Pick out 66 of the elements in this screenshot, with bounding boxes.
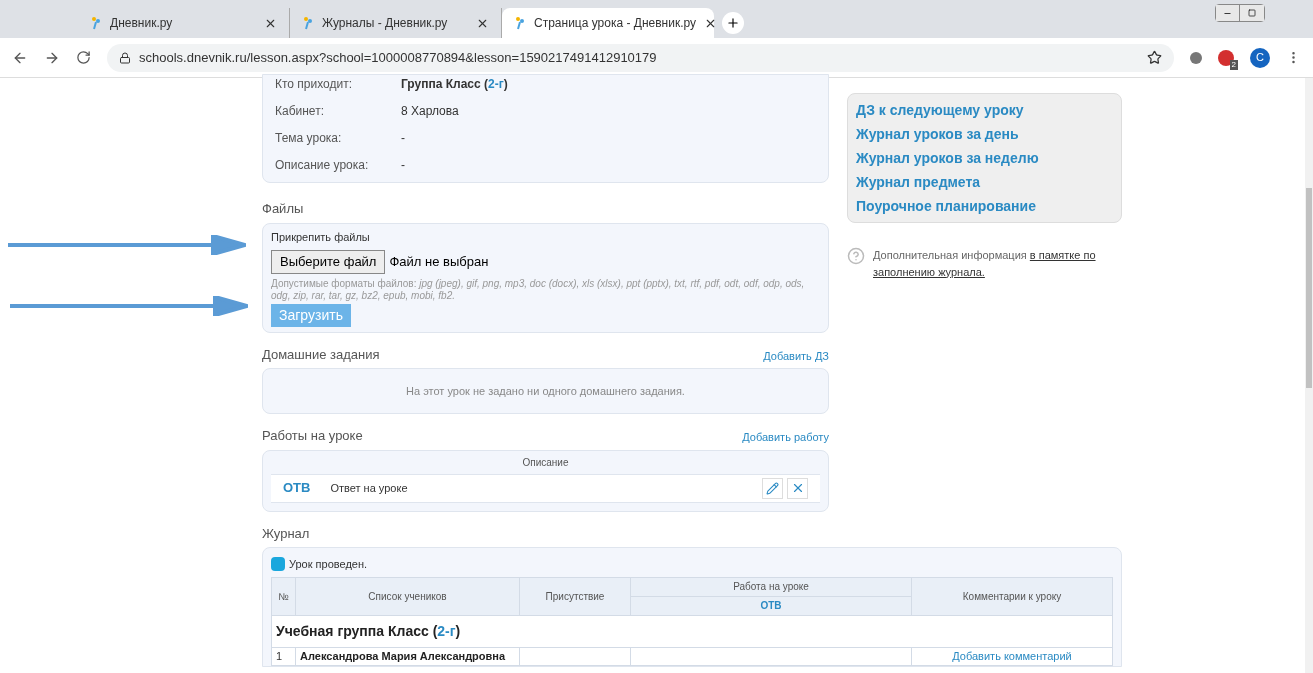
- arrow-icon: [8, 235, 246, 255]
- section-title: Работы на уроке: [262, 427, 363, 445]
- reload-icon[interactable]: [76, 50, 91, 65]
- choose-file-button[interactable]: Выберите файл: [271, 250, 386, 274]
- field-label: Кто приходит:: [275, 76, 354, 93]
- extension-badge: 2: [1229, 59, 1238, 70]
- group-link[interactable]: 2-г: [437, 622, 456, 639]
- student-name: Александрова Мария Александровна: [295, 647, 520, 665]
- upload-button[interactable]: Загрузить: [271, 303, 351, 327]
- field-value: -: [401, 130, 405, 147]
- minimize-button[interactable]: [1216, 5, 1240, 21]
- plus-icon: [726, 16, 740, 30]
- group-link[interactable]: 2-г: [488, 77, 504, 91]
- help-text: Дополнительная информация в памятке по заполнению журнала.: [873, 248, 1096, 280]
- profile-avatar[interactable]: C: [1250, 47, 1270, 68]
- arrow-icon: [10, 296, 248, 316]
- row-number: 1: [271, 647, 296, 665]
- nav-link[interactable]: Журнал уроков за день: [856, 122, 1019, 146]
- add-homework-link[interactable]: Добавить ДЗ: [763, 347, 829, 364]
- column-header: Список учеников: [295, 577, 520, 615]
- group-heading: Учебная группа Класс (2-г): [276, 622, 461, 639]
- nav-link[interactable]: Журнал предмета: [856, 170, 981, 194]
- no-file-text: Файл не выбран: [389, 253, 489, 271]
- scrollbar[interactable]: [1305, 78, 1313, 673]
- column-header: Комментарии к уроку: [911, 577, 1113, 615]
- add-work-link[interactable]: Добавить работу: [742, 429, 829, 446]
- field-label: Тема урока:: [275, 130, 343, 147]
- legend-text: Урок проведен.: [289, 557, 368, 572]
- extension-icon[interactable]: [1190, 51, 1202, 64]
- column-header: Описание: [521, 455, 570, 470]
- formats-text: Допустимые форматы файлов: jpg (jpeg), gif, png, mp3, doc (docx), xls (xlsx), ppt (pptx), txt, rtf, pdf, odt, odf, odp, ods, odg, zip, rar, tar, gz, bz2, epub, mobi, fb2.: [271, 277, 806, 302]
- edit-button[interactable]: [762, 477, 783, 499]
- attach-label: Прикрепить файлы: [271, 229, 370, 245]
- field-value: -: [401, 157, 405, 174]
- section-title: Журнал: [262, 524, 311, 543]
- delete-button[interactable]: [787, 477, 808, 499]
- bookmark-star-icon[interactable]: [1147, 50, 1162, 65]
- memo-link[interactable]: заполнению журнала.: [873, 265, 985, 278]
- nav-link[interactable]: ДЗ к следующему уроку: [856, 98, 1024, 122]
- field-label: Кабинет:: [275, 103, 325, 120]
- logo-icon: [302, 16, 314, 30]
- field-label: Описание урока:: [275, 157, 370, 174]
- field-value: 8 Харлова: [401, 103, 459, 120]
- nav-link[interactable]: Поурочное планирование: [856, 194, 1036, 218]
- nav-link[interactable]: Журнал уроков за неделю: [856, 146, 1039, 170]
- pencil-icon: [766, 481, 779, 495]
- section-title: Домашние задания: [262, 345, 380, 364]
- column-header: Присутствие: [519, 577, 631, 615]
- address-bar[interactable]: schools.dnevnik.ru/lesson.aspx?school=1000008770894&lesson=1590217491412910179: [107, 43, 1174, 72]
- scrollbar-thumb[interactable]: [1306, 188, 1312, 388]
- work-description: Ответ на уроке: [330, 480, 409, 496]
- memo-link[interactable]: в памятке по: [1029, 249, 1096, 261]
- help-icon: [847, 247, 865, 265]
- legend-swatch: [271, 557, 285, 572]
- lock-icon: [119, 51, 131, 64]
- browser-tab[interactable]: Страница урока - Дневник.ру: [502, 8, 714, 38]
- work-code: ОТВ: [283, 479, 311, 498]
- column-header: №: [271, 577, 296, 615]
- section-title: Файлы: [262, 200, 305, 218]
- new-tab-button[interactable]: [722, 12, 744, 34]
- column-header: Работа на уроке: [630, 577, 912, 596]
- field-value: Группа Класс (2-г): [401, 76, 508, 93]
- logo-icon: [514, 16, 526, 30]
- maximize-icon: [1248, 9, 1256, 17]
- logo-icon: [90, 16, 102, 30]
- empty-message: На этот урок не задано ни одного домашнего задания.: [406, 383, 685, 399]
